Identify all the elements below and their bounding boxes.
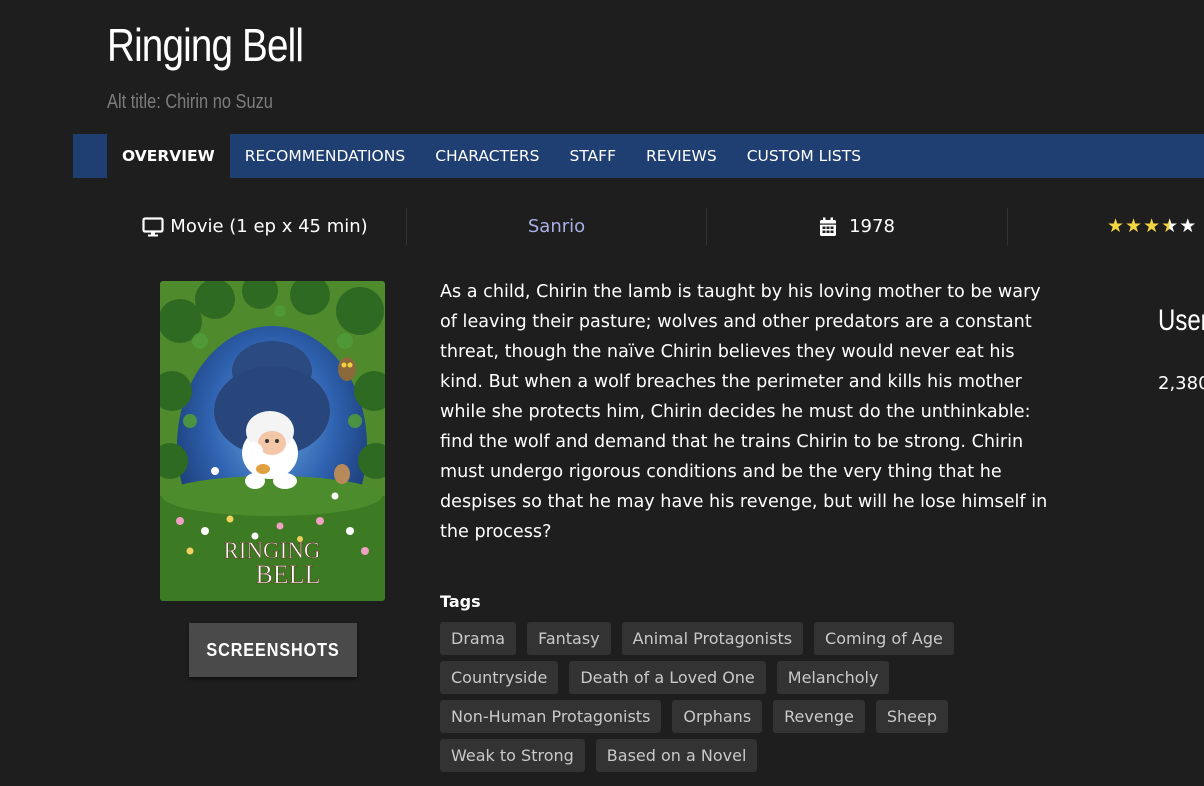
studio-link[interactable]: Sanrio	[407, 208, 706, 245]
tag-chip[interactable]: Orphans	[672, 700, 763, 733]
tag-chip[interactable]: Based on a Novel	[595, 739, 758, 772]
poster-title-line2: BELL	[256, 560, 321, 589]
poster-image: RINGING BELL	[160, 281, 385, 601]
info-row: Movie (1 ep x 45 min) Sanrio 1978 ★ ★ ★ ★ ★	[105, 208, 1204, 245]
star-icon: ★	[1161, 215, 1179, 237]
alt-title: Alt title: Chirin no Suzu	[107, 91, 273, 113]
tag-chip[interactable]: Animal Protagonists	[621, 622, 804, 655]
tag-chip[interactable]: Sheep	[875, 700, 948, 733]
star-icon: ★	[1179, 215, 1197, 237]
type-text: Movie (1 ep x 45 min)	[170, 216, 368, 237]
tag-chip[interactable]: Revenge	[773, 700, 865, 733]
screenshots-label: SCREENSHOTS	[206, 639, 340, 660]
tag-chip[interactable]: Death of a Loved One	[569, 661, 766, 694]
divider	[1007, 208, 1008, 245]
star-rating: ★ ★ ★ ★ ★	[1107, 217, 1196, 236]
tag-chip[interactable]: Coming of Age	[814, 622, 954, 655]
year-text: 1978	[849, 216, 895, 237]
page-title: Ringing Bell	[107, 19, 304, 71]
tag-chip[interactable]: Countryside	[440, 661, 559, 694]
rating-stars: ★ ★ ★ ★ ★	[1107, 208, 1204, 245]
tag-list: Drama Fantasy Animal Protagonists Coming of…	[440, 622, 1060, 772]
tag-chip[interactable]: Melancholy	[776, 661, 890, 694]
info-type: Movie (1 ep x 45 min)	[105, 208, 405, 245]
user-stats-count: 2,380	[1158, 373, 1204, 394]
tag-chip[interactable]: Fantasy	[527, 622, 611, 655]
tag-chip[interactable]: Non-Human Protagonists	[440, 700, 662, 733]
synopsis: As a child, Chirin the lamb is taught by…	[440, 282, 1048, 542]
info-year: 1978	[707, 208, 1007, 245]
tab-characters[interactable]: CHARACTERS	[420, 134, 554, 178]
screenshots-button[interactable]: SCREENSHOTS	[189, 623, 357, 677]
tags-heading: Tags	[440, 592, 481, 611]
star-icon: ★	[1107, 215, 1125, 237]
calendar-icon	[820, 217, 837, 236]
user-stats-heading: User	[1158, 304, 1204, 337]
monitor-icon	[142, 216, 164, 236]
tag-chip[interactable]: Drama	[440, 622, 517, 655]
tab-staff[interactable]: STAFF	[554, 134, 631, 178]
tab-custom-lists[interactable]: CUSTOM LISTS	[732, 134, 876, 178]
tab-reviews[interactable]: REVIEWS	[631, 134, 732, 178]
tab-overview[interactable]: OVERVIEW	[107, 134, 230, 178]
tag-chip[interactable]: Weak to Strong	[440, 739, 585, 772]
tab-bar-spacer	[73, 134, 107, 178]
tab-bar: OVERVIEW RECOMMENDATIONS CHARACTERS STAF…	[73, 134, 1204, 178]
tab-recommendations[interactable]: RECOMMENDATIONS	[230, 134, 420, 178]
poster-art: RINGING BELL	[160, 281, 385, 601]
star-icon: ★	[1125, 215, 1143, 237]
star-icon: ★	[1143, 215, 1161, 237]
